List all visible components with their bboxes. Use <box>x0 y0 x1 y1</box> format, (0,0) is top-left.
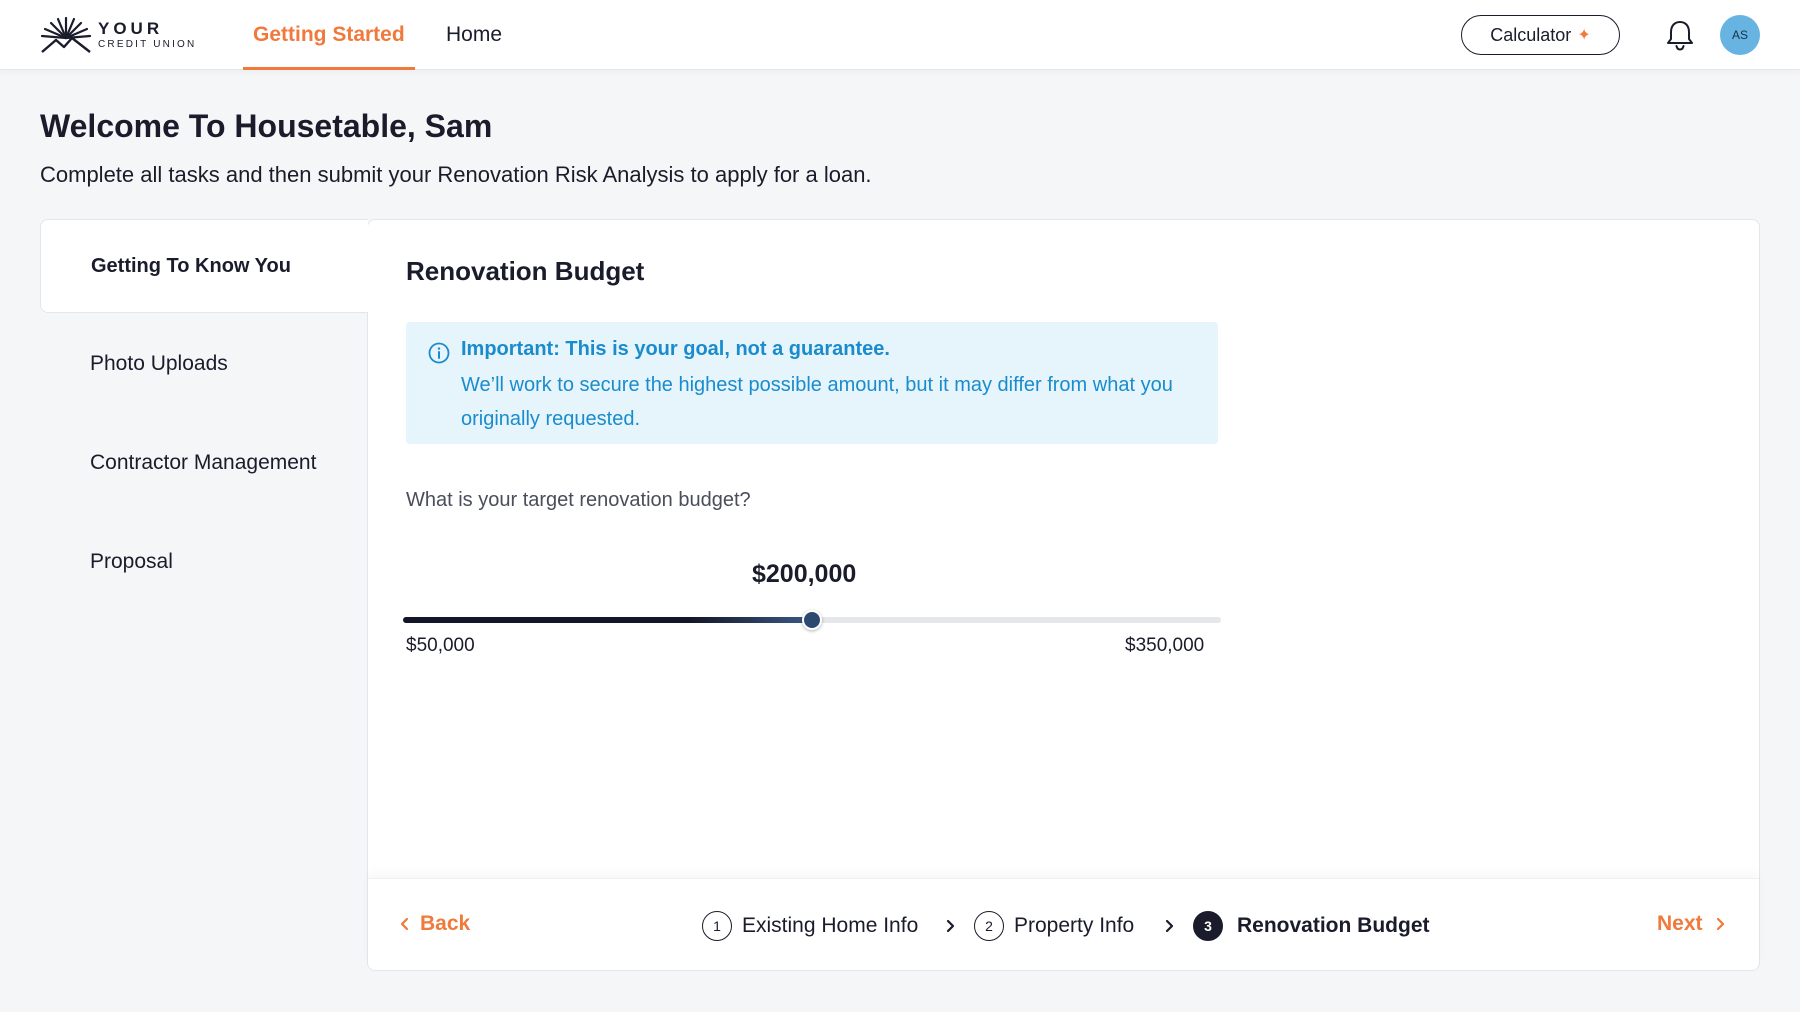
next-button[interactable]: Next <box>1657 912 1727 936</box>
slider-min-label: $50,000 <box>406 635 475 656</box>
notification-bell-icon[interactable] <box>1664 18 1696 52</box>
slider-thumb[interactable] <box>802 610 822 630</box>
sidebar-item-photo-uploads[interactable]: Photo Uploads <box>90 352 228 376</box>
logo-your-text: YOUR <box>98 19 164 38</box>
section-title: Renovation Budget <box>406 256 645 286</box>
step-property-info[interactable]: 2 Property Info <box>974 910 1134 942</box>
chevron-left-icon <box>400 917 409 931</box>
step-renovation-budget[interactable]: 3 Renovation Budget <box>1193 910 1430 942</box>
chevron-right-icon <box>1165 919 1174 933</box>
calculator-button-label: Calculator <box>1490 24 1572 45</box>
budget-question: What is your target renovation budget? <box>406 489 751 511</box>
calculator-button[interactable]: Calculator ✦ <box>1461 15 1620 55</box>
chevron-right-icon <box>1716 917 1724 931</box>
logo-credit-union-text: CREDIT UNION <box>98 39 197 50</box>
page-title: Welcome To Housetable, Sam <box>40 108 493 144</box>
slider-fill <box>403 617 812 623</box>
back-button[interactable]: Back <box>398 912 470 936</box>
step-label: Renovation Budget <box>1237 914 1430 937</box>
budget-value: $200,000 <box>752 560 857 588</box>
sidebar-item-getting-to-know-you[interactable]: Getting To Know You <box>40 219 368 313</box>
sparkle-icon: ✦ <box>1577 27 1591 44</box>
step-label: Existing Home Info <box>742 914 919 937</box>
notice-body: We’ll work to secure the highest possibl… <box>461 374 1173 430</box>
logo[interactable]: YOUR CREDIT UNION <box>40 16 196 54</box>
tab-home[interactable]: Home <box>446 0 502 70</box>
top-header: YOUR CREDIT UNION Getting Started Home C… <box>0 0 1800 70</box>
important-notice: Important: This is your goal, not a guar… <box>406 322 1218 444</box>
page-subtitle: Complete all tasks and then submit your … <box>40 162 872 187</box>
tab-getting-started[interactable]: Getting Started <box>243 0 415 70</box>
slider-max-label: $350,000 <box>1125 635 1205 656</box>
next-button-label: Next <box>1657 912 1703 935</box>
step-number: 1 <box>702 911 732 941</box>
step-number: 3 <box>1193 911 1223 941</box>
sidebar-item-contractor-management[interactable]: Contractor Management <box>90 451 316 475</box>
step-number: 2 <box>974 911 1004 941</box>
info-icon <box>428 342 450 364</box>
notice-title: Important: This is your goal, not a guar… <box>461 338 890 360</box>
step-existing-home-info[interactable]: 1 Existing Home Info <box>702 910 918 942</box>
sunburst-logo-icon <box>40 16 92 53</box>
back-button-label: Back <box>420 912 471 935</box>
chevron-right-icon <box>946 919 955 933</box>
sidebar-item-proposal[interactable]: Proposal <box>90 550 173 574</box>
user-avatar[interactable]: AS <box>1720 15 1760 55</box>
budget-slider[interactable] <box>403 610 1221 630</box>
step-label: Property Info <box>1014 914 1135 937</box>
